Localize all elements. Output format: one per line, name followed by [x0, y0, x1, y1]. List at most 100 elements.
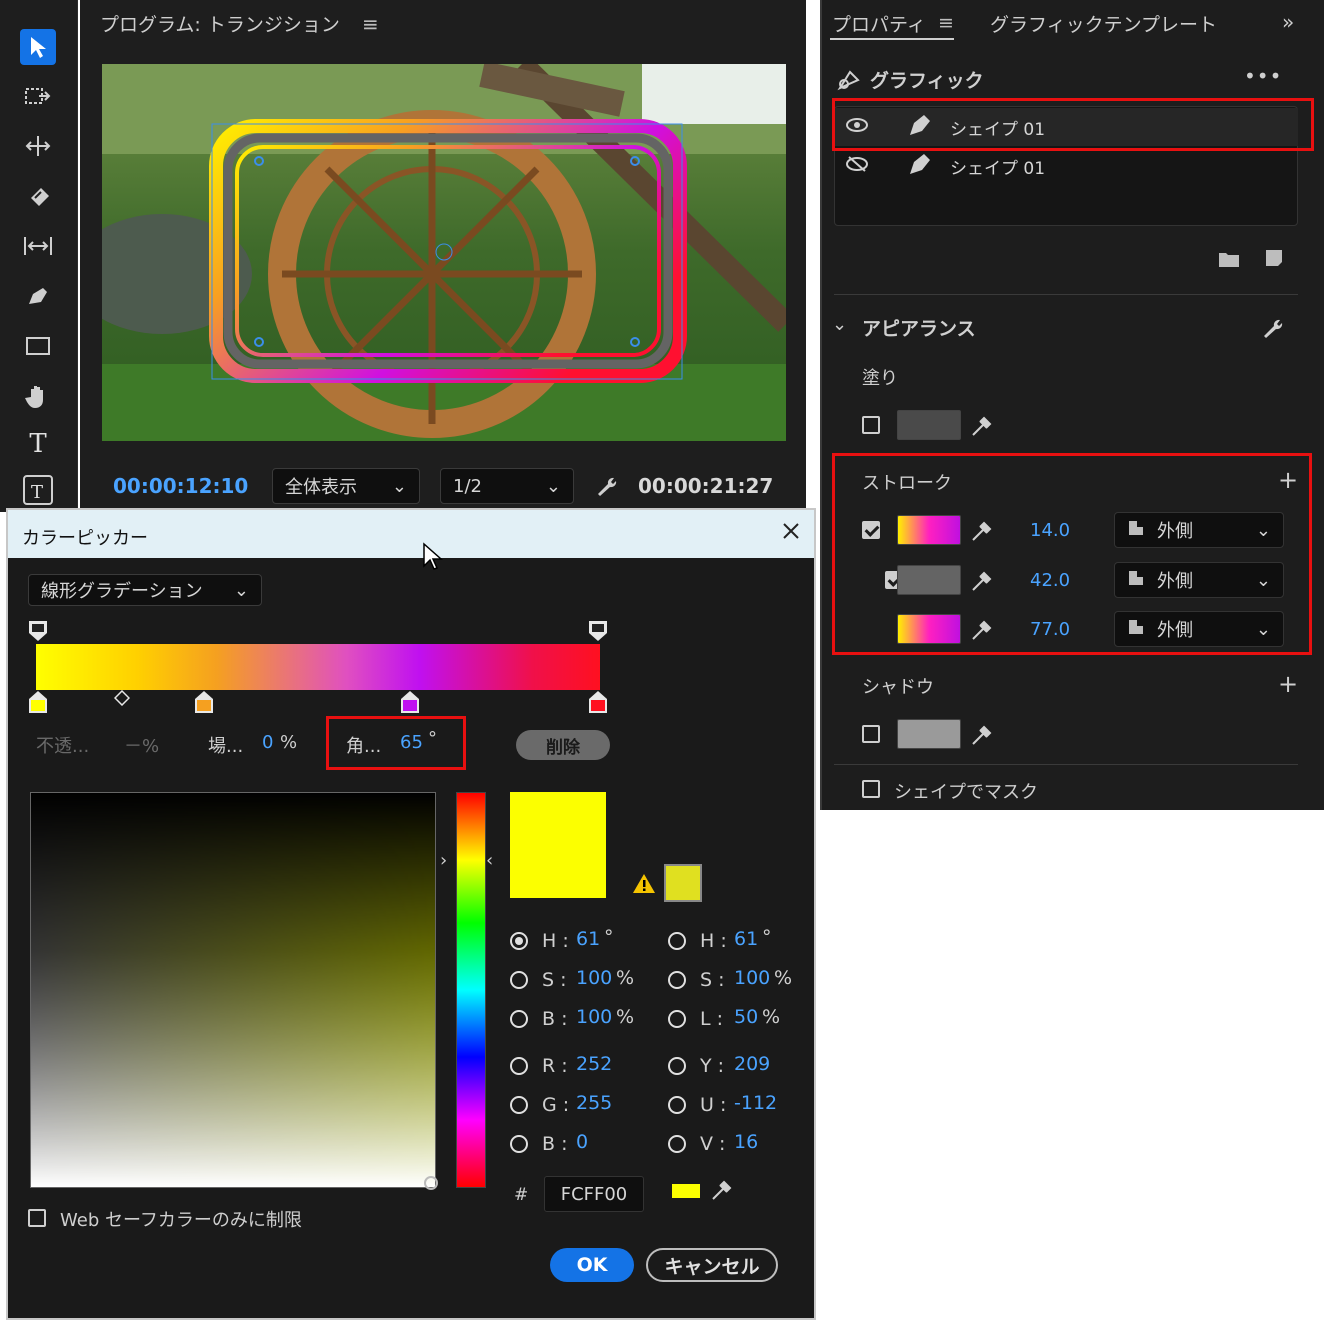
radio-y[interactable]	[668, 1057, 686, 1075]
stroke-3-width[interactable]: 77.0	[1030, 619, 1070, 640]
opacity-stop-left[interactable]	[28, 620, 48, 646]
monitor-menu-icon[interactable]: ≡	[362, 12, 379, 36]
hue-slider-handle-right[interactable]: ‹	[486, 850, 493, 871]
radio-red[interactable]	[510, 1057, 528, 1075]
angle-value[interactable]: 65	[400, 732, 423, 753]
add-stroke-icon[interactable]: +	[1278, 466, 1298, 494]
current-timecode[interactable]: 00:00:12:10	[113, 474, 248, 498]
saturation-brightness-field[interactable]	[30, 792, 436, 1188]
gradient-bar[interactable]	[36, 644, 600, 690]
pen-tool-icon[interactable]	[16, 276, 60, 316]
hsl-l-value[interactable]: 50	[734, 1006, 758, 1028]
selection-tool-icon[interactable]	[20, 29, 56, 65]
delete-stop-button[interactable]: 削除	[516, 730, 610, 760]
color-field-cursor[interactable]	[424, 1176, 438, 1190]
layer-row[interactable]: シェイプ 01	[834, 147, 1298, 185]
playback-resolution-select[interactable]: 1/2 ⌄	[440, 468, 574, 504]
hex-input[interactable]: FCFF00	[544, 1176, 644, 1212]
web-safe-checkbox[interactable]	[28, 1209, 46, 1227]
stroke-3-position-select[interactable]: 外側 ⌄	[1114, 611, 1284, 647]
color-stop-purple[interactable]	[400, 690, 420, 718]
location-value[interactable]: 0	[262, 732, 273, 753]
close-icon[interactable]	[780, 520, 802, 546]
wrench-icon[interactable]	[1260, 316, 1284, 344]
hue-slider-handle-left[interactable]: ›	[440, 850, 447, 871]
radio-u[interactable]	[668, 1096, 686, 1114]
y-value[interactable]: 209	[734, 1053, 770, 1075]
ok-button[interactable]: OK	[550, 1248, 634, 1282]
hsb-s-value[interactable]: 100	[576, 967, 612, 989]
eyedropper-icon[interactable]	[710, 1178, 734, 1206]
v-value[interactable]: 16	[734, 1131, 758, 1153]
stroke-2-position-select[interactable]: 外側 ⌄	[1114, 562, 1284, 598]
wrench-icon[interactable]	[594, 474, 618, 502]
stroke-1-swatch[interactable]	[897, 515, 961, 545]
radio-saturation-hsb[interactable]	[510, 971, 528, 989]
eyedropper-icon[interactable]	[970, 414, 994, 442]
eyedropper-icon[interactable]	[970, 519, 994, 547]
radio-lightness-hsl[interactable]	[668, 1010, 686, 1028]
stroke-2-width[interactable]: 42.0	[1030, 570, 1070, 591]
radio-green[interactable]	[510, 1096, 528, 1114]
eyedropper-icon[interactable]	[970, 569, 994, 597]
slip-tool-icon[interactable]	[16, 226, 60, 266]
stroke-1-width[interactable]: 14.0	[1030, 520, 1070, 541]
radio-saturation-hsl[interactable]	[668, 971, 686, 989]
add-shadow-icon[interactable]: +	[1278, 670, 1298, 698]
panel-overflow-icon[interactable]: »	[1282, 10, 1294, 34]
more-options-icon[interactable]: •••	[1244, 64, 1282, 88]
razor-tool-icon[interactable]	[16, 176, 60, 216]
hsl-h-value[interactable]: 61	[734, 928, 758, 950]
fit-zoom-select[interactable]: 全体表示 ⌄	[272, 468, 420, 504]
folder-icon[interactable]	[1218, 250, 1240, 272]
eyedropper-icon[interactable]	[970, 618, 994, 646]
stroke-3-swatch[interactable]	[897, 614, 961, 644]
vertical-type-tool-icon[interactable]: T	[16, 470, 60, 510]
eye-icon[interactable]	[846, 117, 906, 137]
tab-menu-icon[interactable]: ≡	[938, 12, 954, 34]
gradient-mode-select[interactable]: 線形グラデーション ⌄	[28, 574, 262, 606]
b-value[interactable]: 0	[576, 1131, 588, 1153]
type-tool-icon[interactable]: T	[16, 424, 60, 464]
cancel-button[interactable]: キャンセル	[646, 1248, 778, 1282]
ripple-edit-tool-icon[interactable]	[16, 126, 60, 166]
eyedropper-icon[interactable]	[970, 723, 994, 751]
mask-checkbox[interactable]	[862, 780, 880, 798]
fill-checkbox[interactable]	[862, 416, 880, 434]
r-value[interactable]: 252	[576, 1053, 612, 1075]
new-layer-icon[interactable]	[1264, 248, 1284, 272]
u-value[interactable]: -112	[734, 1092, 777, 1114]
shadow-color-swatch[interactable]	[897, 719, 961, 749]
tab-properties[interactable]: プロパティ	[832, 10, 926, 37]
radio-blue[interactable]	[510, 1135, 528, 1153]
hsb-b-value[interactable]: 100	[576, 1006, 612, 1028]
opacity-stop-right[interactable]	[588, 620, 608, 646]
radio-hue-hsl[interactable]	[668, 932, 686, 950]
g-value[interactable]: 255	[576, 1092, 612, 1114]
hsl-s-value[interactable]: 100	[734, 967, 770, 989]
gamut-color-swatch[interactable]	[664, 864, 702, 902]
track-select-tool-icon[interactable]	[16, 76, 60, 116]
radio-brightness-hsb[interactable]	[510, 1010, 528, 1028]
color-stop-orange[interactable]	[194, 690, 214, 718]
warning-icon[interactable]	[632, 872, 656, 898]
stroke-1-checkbox[interactable]	[862, 521, 880, 539]
tab-graphic-template[interactable]: グラフィックテンプレート	[990, 10, 1217, 37]
midpoint-diamond-icon[interactable]	[113, 689, 131, 710]
eye-hidden-icon[interactable]	[846, 155, 906, 178]
hsb-h-value[interactable]: 61	[576, 928, 600, 950]
radio-v[interactable]	[668, 1135, 686, 1153]
hue-slider[interactable]	[456, 792, 486, 1188]
color-stop-yellow[interactable]	[28, 690, 48, 718]
shadow-checkbox[interactable]	[862, 725, 880, 743]
appearance-header[interactable]: アピアランス	[862, 314, 976, 341]
radio-hue-hsb[interactable]	[510, 932, 528, 950]
stroke-1-position-select[interactable]: 外側 ⌄	[1114, 512, 1284, 548]
hand-tool-icon[interactable]	[16, 376, 60, 416]
layer-row[interactable]: シェイプ 01	[834, 108, 1298, 146]
fill-color-swatch[interactable]	[897, 410, 961, 440]
color-stop-red[interactable]	[588, 690, 608, 718]
chevron-down-icon[interactable]: ⌄	[832, 314, 847, 335]
rectangle-tool-icon[interactable]	[16, 326, 60, 366]
stroke-2-swatch[interactable]	[897, 565, 961, 595]
